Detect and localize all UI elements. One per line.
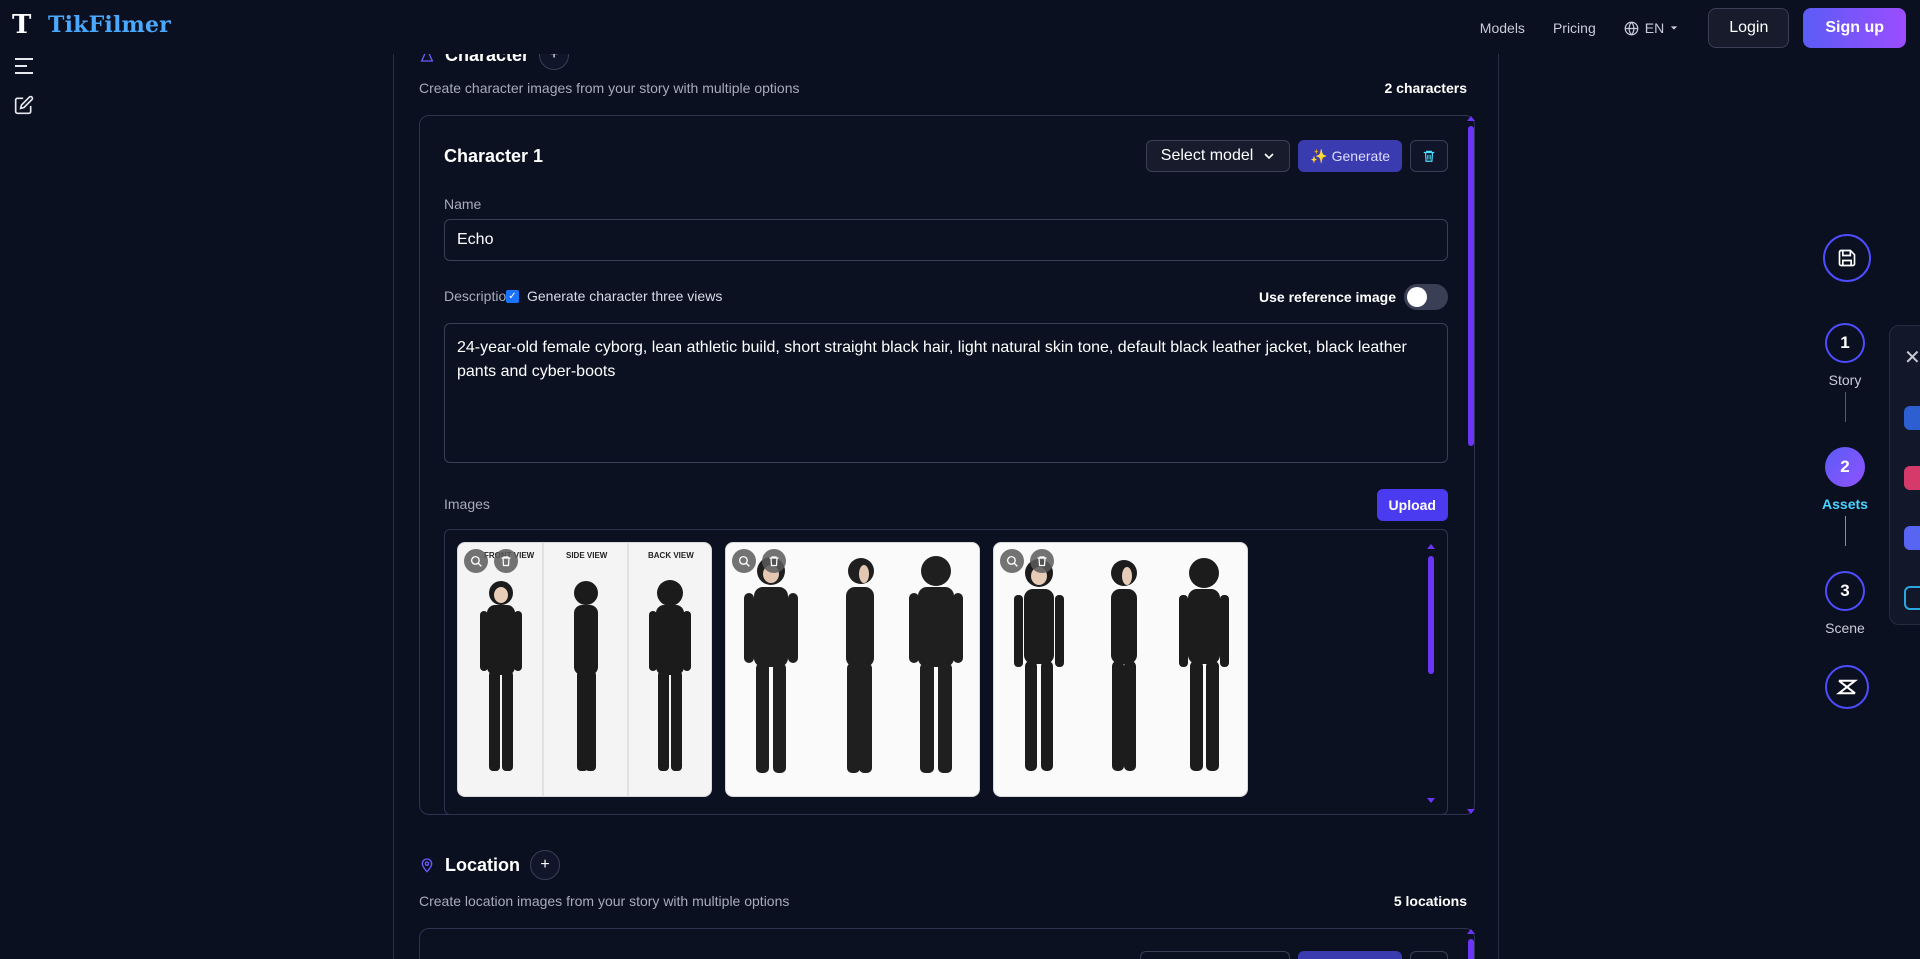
save-button[interactable]	[1823, 234, 1871, 282]
select-model-dropdown[interactable]: Select model	[1145, 140, 1291, 172]
step-connector-2	[1845, 516, 1846, 546]
location-section-header: Location +	[419, 850, 560, 880]
location-card-actions	[1140, 951, 1448, 959]
capcut-export-button[interactable]	[1825, 665, 1869, 709]
login-button[interactable]: Login	[1708, 8, 1790, 48]
save-icon	[1838, 249, 1856, 267]
step-story-label: Story	[1828, 372, 1862, 388]
gallery-scrollbar[interactable]	[1428, 556, 1434, 674]
location-count: 5 locations	[1393, 893, 1467, 909]
character-card-actions: Select model ✨ Generate	[1145, 140, 1448, 172]
map-pin-icon	[421, 858, 433, 873]
description-textarea[interactable]: 24-year-old female cyborg, lean athletic…	[444, 323, 1448, 463]
step-assets[interactable]: 2	[1825, 447, 1865, 487]
gallery-scroll-down[interactable]	[1427, 798, 1435, 803]
generate-button[interactable]: ✨ Generate	[1298, 140, 1402, 172]
social-share-panel: ✕	[1889, 325, 1920, 625]
discord-icon[interactable]	[1904, 526, 1920, 550]
globe-icon	[1624, 21, 1639, 35]
location-section-subtitle: Create location images from your story w…	[419, 893, 790, 909]
name-label: Name	[444, 196, 482, 212]
character-section-subtitle: Create character images from your story …	[419, 80, 800, 96]
character-three-view-illustration	[744, 556, 963, 773]
character-card: Character 1 Select model ✨ Generate Name…	[419, 115, 1475, 815]
location-delete-button[interactable]	[1410, 951, 1448, 959]
character-count: 2 characters	[1384, 80, 1467, 96]
add-location-button[interactable]: +	[530, 850, 560, 880]
use-reference-toggle[interactable]	[1404, 284, 1448, 310]
card-scroll-up[interactable]	[1467, 116, 1475, 121]
chevron-down-icon	[1264, 153, 1274, 160]
character-card-title: Character 1	[444, 146, 544, 166]
top-bar: T TikFilmer Models Pricing EN Login Sign…	[0, 0, 1920, 54]
new-edit-icon[interactable]	[12, 93, 36, 117]
location-card-scroll-up[interactable]	[1467, 929, 1475, 934]
trash-icon[interactable]	[494, 549, 518, 573]
menu-icon[interactable]	[12, 54, 36, 78]
character-image-3[interactable]	[993, 542, 1248, 797]
images-label: Images	[444, 496, 490, 512]
step-story[interactable]: 1	[1825, 323, 1865, 363]
card-scroll-down[interactable]	[1467, 809, 1475, 814]
upload-button[interactable]: Upload	[1376, 489, 1448, 521]
image-1-tools	[464, 549, 518, 573]
use-reference-option: Use reference image	[1259, 284, 1448, 310]
gallery-scroll-up[interactable]	[1427, 544, 1435, 549]
logo-mark: T	[12, 10, 32, 40]
signup-button[interactable]: Sign up	[1803, 8, 1906, 48]
three-views-option[interactable]: ✓ Generate character three views	[506, 288, 722, 304]
three-views-checkbox[interactable]: ✓	[506, 289, 519, 303]
location-section-title: Location	[445, 854, 520, 875]
step-connector-1	[1845, 392, 1846, 422]
image-3-tools	[1000, 549, 1054, 573]
character-image-1[interactable]: FRONT VIEW SIDE VIEW BACK VIEW	[457, 542, 712, 797]
trash-icon[interactable]	[762, 549, 786, 573]
name-input[interactable]: Echo	[444, 219, 1448, 261]
nav-models-link[interactable]: Models	[1480, 20, 1525, 36]
delete-character-button[interactable]	[1410, 140, 1448, 172]
images-gallery: FRONT VIEW SIDE VIEW BACK VIEW	[444, 529, 1448, 815]
step-assets-label: Assets	[1822, 496, 1868, 512]
email-icon[interactable]	[1904, 586, 1920, 610]
location-card	[419, 928, 1475, 959]
language-selector[interactable]: EN	[1624, 20, 1678, 36]
brand-name: TikFilmer	[48, 12, 171, 38]
description-label: Description	[444, 288, 515, 304]
capcut-icon	[1836, 679, 1858, 695]
location-card-scrollbar[interactable]	[1468, 939, 1474, 959]
main-panel: Character + Create character images from…	[393, 0, 1499, 959]
facebook-icon[interactable]	[1904, 406, 1920, 430]
nav-pricing-link[interactable]: Pricing	[1553, 20, 1596, 36]
image-2-tools	[732, 549, 786, 573]
x-icon[interactable]: ✕	[1904, 346, 1920, 370]
language-label: EN	[1644, 20, 1665, 36]
location-select-model-dropdown[interactable]	[1140, 951, 1290, 959]
select-model-label: Select model	[1160, 147, 1254, 164]
use-reference-label: Use reference image	[1259, 289, 1396, 305]
trash-icon[interactable]	[1030, 549, 1054, 573]
zoom-icon[interactable]	[464, 549, 488, 573]
zoom-icon[interactable]	[732, 549, 756, 573]
step-scene-label: Scene	[1825, 620, 1865, 636]
zoom-icon[interactable]	[1000, 549, 1024, 573]
character-three-view-illustration	[1014, 558, 1229, 771]
instagram-icon[interactable]	[1904, 466, 1920, 490]
caret-down-icon	[1670, 26, 1678, 30]
location-generate-button[interactable]	[1298, 951, 1402, 959]
character-three-view-illustration	[480, 543, 691, 796]
logo[interactable]: T TikFilmer	[12, 12, 171, 38]
three-views-label: Generate character three views	[527, 288, 723, 304]
step-scene[interactable]: 3	[1825, 571, 1865, 611]
trash-icon	[1423, 150, 1435, 162]
card-scrollbar[interactable]	[1468, 126, 1474, 446]
character-image-2[interactable]	[725, 542, 980, 797]
top-nav: Models Pricing EN Login Sign up	[1480, 8, 1906, 48]
